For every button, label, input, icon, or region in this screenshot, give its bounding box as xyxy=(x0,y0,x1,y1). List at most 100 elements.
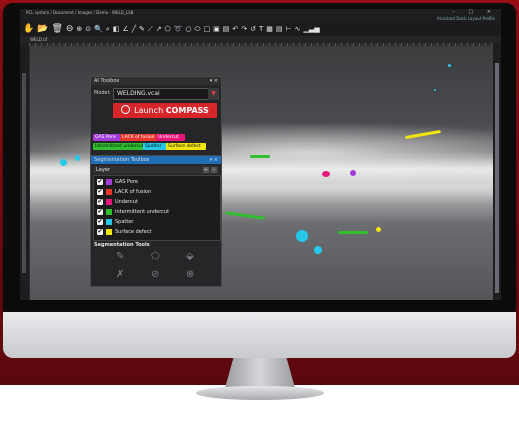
chevron-down-icon[interactable]: ▼ xyxy=(208,88,219,100)
spatter-defect[interactable] xyxy=(314,246,322,254)
left-scrollbar[interactable] xyxy=(22,73,26,273)
histogram-icon[interactable]: ▁▃▅ xyxy=(304,22,320,36)
layer-row[interactable]: ✔ Intermittent undercut xyxy=(97,208,215,216)
monitor-stand-base xyxy=(196,386,324,400)
image-edit-icon[interactable]: ▤ xyxy=(223,22,230,36)
undercut-defect[interactable] xyxy=(322,171,330,177)
layer-color-swatch[interactable] xyxy=(106,219,112,225)
zoom-icon[interactable]: 🔍 xyxy=(94,22,103,36)
open-folder-icon[interactable]: 📂 xyxy=(37,22,48,36)
image-icon[interactable]: ▣ xyxy=(213,22,220,36)
layer-color-swatch[interactable] xyxy=(106,209,112,215)
zoom-in-icon[interactable]: ⊕ xyxy=(76,22,82,36)
spatter-defect[interactable] xyxy=(448,64,451,67)
fill-icon[interactable]: ⬙ xyxy=(186,251,194,262)
layer-color-swatch[interactable] xyxy=(106,229,112,235)
intermittent-undercut-defect[interactable] xyxy=(338,231,368,234)
ai-toolbox-header[interactable]: AI Toolbox ▾ × xyxy=(91,77,221,85)
layer-list: ✔ GAS Pore ✔ LACK of fusion ✔ Undercut ✔ Interm… xyxy=(93,175,221,241)
launch-brand: COMPASS xyxy=(165,106,209,115)
monitor-chin xyxy=(3,312,516,358)
rectangle-icon[interactable]: □ xyxy=(204,22,211,36)
layer-checkbox[interactable]: ✔ xyxy=(97,199,103,205)
polygon-off-icon[interactable]: ⊘ xyxy=(151,269,159,280)
compass-logo-icon xyxy=(121,105,131,114)
polyline-icon[interactable]: ⟋ xyxy=(148,22,153,36)
ai-toolbox-title: AI Toolbox xyxy=(94,78,120,84)
hand-icon[interactable]: ✋ xyxy=(23,22,34,36)
layers-icon[interactable]: ▤ xyxy=(276,22,283,36)
zoom-fit-icon[interactable]: ⊙ xyxy=(85,22,91,36)
spatter-defect[interactable] xyxy=(296,230,308,242)
angle-icon[interactable]: ∠ xyxy=(122,22,128,36)
model-select[interactable]: WELDING.vcai xyxy=(113,88,209,100)
monitor-stand-neck xyxy=(225,358,295,388)
line-icon[interactable]: ╱ xyxy=(132,22,136,36)
profile-icon[interactable]: ∿ xyxy=(295,22,301,36)
layer-color-swatch[interactable] xyxy=(106,179,112,185)
lasso-icon[interactable]: ➰ xyxy=(174,22,183,36)
segmentation-toolbox-title: Segmentation Toolbox xyxy=(94,157,150,163)
right-scrollbar[interactable] xyxy=(495,63,499,293)
polygon-icon[interactable]: ⬠ xyxy=(151,251,160,262)
measure-icon[interactable]: ⊢ xyxy=(286,22,292,36)
layer-checkbox[interactable]: ✔ xyxy=(97,189,103,195)
screen: PCL system / Document / Images / Demo - … xyxy=(20,9,501,300)
ai-toolbox: AI Toolbox ▾ × Model: WELDING.vcai ▼ Lau… xyxy=(90,76,222,156)
grid-icon[interactable]: ▦ xyxy=(266,22,273,36)
window-controls[interactable]: – □ × xyxy=(452,9,497,16)
layer-buttons: + – xyxy=(201,167,217,173)
undo-icon[interactable]: ↶ xyxy=(232,22,238,36)
ellipse-icon[interactable]: ⬭ xyxy=(195,22,201,36)
layer-row[interactable]: ✔ Undercut xyxy=(97,198,215,206)
model-value: WELDING.vcai xyxy=(117,90,160,97)
spatter-defect[interactable] xyxy=(434,89,436,91)
layer-color-swatch[interactable] xyxy=(106,199,112,205)
defect-chip[interactable]: Intermittent undercut xyxy=(93,143,145,150)
redo-icon[interactable]: ↷ xyxy=(241,22,247,36)
intermittent-undercut-defect[interactable] xyxy=(250,155,270,158)
delete-icon[interactable]: 🗑 xyxy=(51,22,62,36)
launch-prefix: Launch xyxy=(134,106,166,115)
layer-checkbox[interactable]: ✔ xyxy=(97,209,103,215)
layer-checkbox[interactable]: ✔ xyxy=(97,219,103,225)
pen-off-icon[interactable]: ✗ xyxy=(116,269,124,280)
brush-icon[interactable]: ✎ xyxy=(139,22,145,36)
launch-compass-button[interactable]: Launch COMPASS xyxy=(113,103,217,118)
remove-layer-button[interactable]: – xyxy=(211,167,217,173)
zoom-out-icon[interactable]: ⊖ xyxy=(66,22,74,36)
text-icon[interactable]: T xyxy=(259,22,263,36)
toolbar: ✋ 📂 🗑 ⊖ ⊕ ⊙ 🔍 ⌕ ◧ ∠ ╱ ✎ ⟋ ↗ ⬠ ➰ ○ ⬭ □ ▣ ▤ ↶ ↷ ↺ T ▦ ▤ ⊢ ∿ ▁▃▅ xyxy=(20,22,501,36)
layer-row[interactable]: ✔ Spatter xyxy=(97,218,215,226)
zoom-region-icon[interactable]: ⌕ xyxy=(106,22,110,36)
left-panel-strip xyxy=(20,43,29,300)
fill-off-icon[interactable]: ⊗ xyxy=(186,269,194,280)
defect-chip[interactable]: Undercut xyxy=(156,134,185,141)
segmentation-toolbox-header[interactable]: Segmentation Toolbox ▾ × xyxy=(91,156,221,164)
history-icon[interactable]: ↺ xyxy=(250,22,256,36)
spatter-defect[interactable] xyxy=(75,155,80,161)
layer-row[interactable]: ✔ Surface defect xyxy=(97,228,215,236)
layer-color-swatch[interactable] xyxy=(106,189,112,195)
surface-defect[interactable] xyxy=(376,227,381,232)
layer-row[interactable]: ✔ GAS Pore xyxy=(97,178,215,186)
layer-name: Undercut xyxy=(115,199,138,205)
arrow-icon[interactable]: ↗ xyxy=(156,22,162,36)
window-level-icon[interactable]: ◧ xyxy=(113,22,120,36)
polygon-icon[interactable]: ⬠ xyxy=(165,22,171,36)
segmentation-toolbox-controls[interactable]: ▾ × xyxy=(210,156,218,164)
layer-row[interactable]: ✔ LACK of fusion xyxy=(97,188,215,196)
layer-name: Intermittent undercut xyxy=(115,209,170,215)
pen-icon[interactable]: ✎ xyxy=(116,251,124,262)
model-label: Model: xyxy=(94,90,111,96)
title-bar: PCL system / Document / Images / Demo - … xyxy=(20,9,501,16)
circle-icon[interactable]: ○ xyxy=(185,22,191,36)
ai-toolbox-controls[interactable]: ▾ × xyxy=(210,77,218,85)
add-layer-button[interactable]: + xyxy=(203,167,209,173)
document-tab[interactable]: WELD.tif xyxy=(30,36,47,43)
gas-pore-defect[interactable] xyxy=(350,170,356,176)
layer-checkbox[interactable]: ✔ xyxy=(97,229,103,235)
layer-checkbox[interactable]: ✔ xyxy=(97,179,103,185)
defect-chip[interactable]: Surface defect xyxy=(166,143,206,150)
spatter-defect[interactable] xyxy=(60,159,67,166)
